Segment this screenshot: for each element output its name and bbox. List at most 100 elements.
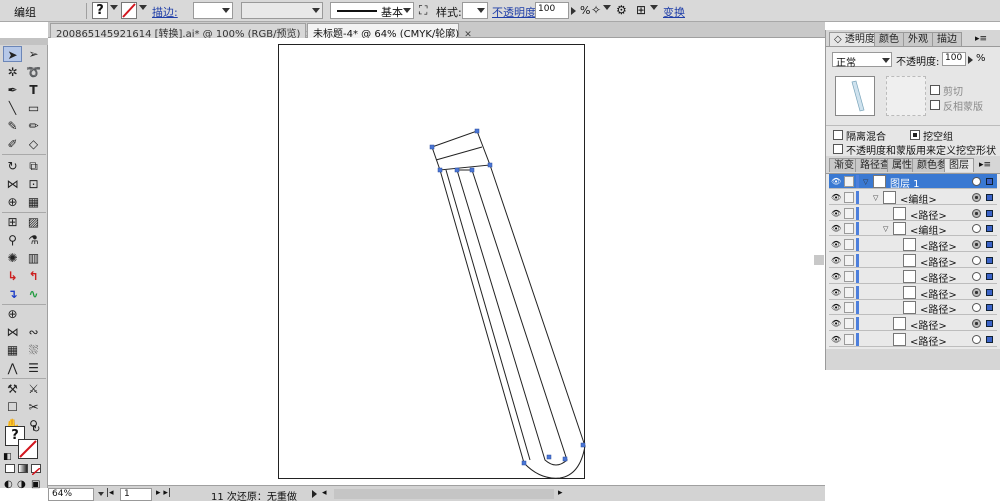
target-circle-icon[interactable] [972, 335, 981, 344]
tab-transparency[interactable]: ◇ 透明度 [829, 32, 880, 46]
right-panels: ◇ 透明度 颜色 外观 描边 ▸≡ 正常 不透明度: 100 % 剪切 反相蒙版… [825, 30, 1000, 370]
selection-indicator-icon[interactable] [986, 288, 993, 296]
invert-mask-checkbox[interactable] [930, 100, 940, 110]
lock-toggle[interactable] [844, 191, 854, 203]
layer-color-bar [856, 206, 859, 220]
expand-triangle-icon[interactable]: ▽ [883, 226, 888, 233]
opacity-mask-checkbox[interactable] [833, 144, 843, 154]
layer-name: 图层 1 [890, 179, 920, 190]
lock-toggle[interactable] [844, 334, 854, 345]
panel-opacity-input[interactable]: 100 [942, 52, 966, 66]
target-circle-icon[interactable] [972, 192, 981, 202]
layer-row[interactable]: 👁 <路径> [829, 205, 997, 222]
selection-indicator-icon[interactable] [986, 304, 993, 312]
lock-toggle[interactable] [844, 318, 854, 330]
next-artboard-icon[interactable]: ▸ ▸| [156, 488, 171, 498]
selection-indicator-icon[interactable] [986, 178, 993, 185]
layer-row[interactable]: 👁 ▽ <编组> [829, 221, 997, 237]
target-circle-icon[interactable] [972, 271, 981, 281]
visibility-eye-icon[interactable]: 👁 [831, 272, 841, 281]
layer-color-bar [856, 222, 859, 236]
zoom-dropdown-arrow-icon[interactable] [98, 492, 104, 496]
panel-scroll-handle[interactable] [814, 255, 824, 265]
expand-triangle-icon[interactable]: ▽ [873, 194, 878, 202]
layer-row[interactable]: 👁 <路径> [829, 268, 997, 285]
visibility-eye-icon[interactable]: 👁 [831, 193, 841, 202]
lock-toggle[interactable] [844, 223, 854, 235]
layer-row[interactable]: 👁 <路径> [829, 316, 997, 333]
layer-color-bar [856, 190, 859, 204]
target-circle-icon[interactable] [972, 177, 981, 186]
layer-row[interactable]: 👁 ▽ 图层 1 [829, 174, 997, 190]
visibility-eye-icon[interactable]: 👁 [831, 304, 841, 312]
visibility-eye-icon[interactable]: 👁 [831, 288, 841, 297]
knockout-group-checkbox[interactable] [910, 130, 920, 140]
mask-thumbnail[interactable] [886, 76, 926, 116]
target-circle-icon[interactable] [972, 319, 981, 329]
scroll-right-icon[interactable]: ▸ [558, 488, 563, 498]
layer-thumbnail [873, 175, 886, 188]
first-artboard-icon[interactable]: |◂ [106, 488, 114, 498]
clip-checkbox[interactable] [930, 85, 940, 95]
target-circle-icon[interactable] [972, 240, 981, 250]
panel-menu-icon[interactable]: ▸≡ [975, 34, 987, 44]
expand-triangle-icon[interactable]: ▽ [863, 179, 868, 186]
target-circle-icon[interactable] [972, 224, 981, 234]
layer-row[interactable]: 👁 <路径> [829, 300, 997, 316]
layer-thumbnail [893, 206, 906, 220]
layer-color-bar [856, 238, 859, 252]
blend-mode-select[interactable]: 正常 [832, 52, 892, 69]
anchor-point [469, 167, 475, 173]
selection-indicator-icon[interactable] [986, 193, 993, 201]
isolate-blend-checkbox[interactable] [833, 130, 843, 140]
panel-menu-icon[interactable]: ▸≡ [979, 160, 991, 170]
visibility-eye-icon[interactable]: 👁 [831, 178, 841, 186]
visibility-eye-icon[interactable]: 👁 [831, 320, 841, 328]
lock-toggle[interactable] [844, 255, 854, 266]
visibility-eye-icon[interactable]: 👁 [831, 336, 841, 344]
lock-toggle[interactable] [844, 302, 854, 314]
target-circle-icon[interactable] [972, 256, 981, 265]
lock-toggle[interactable] [844, 207, 854, 219]
selection-indicator-icon[interactable] [986, 272, 993, 280]
selection-indicator-icon[interactable] [986, 241, 993, 249]
lock-toggle[interactable] [844, 176, 854, 187]
zoom-select[interactable]: 64% [48, 488, 94, 501]
tab-layers[interactable]: 图层 [944, 158, 974, 172]
status-menu-icon[interactable] [312, 490, 317, 498]
transparency-panel: 正常 不透明度: 100 % 剪切 反相蒙版 隔离混合 挖空组 不透明度和蒙版用… [826, 46, 1000, 157]
tab-stroke[interactable]: 描边 [932, 32, 962, 46]
lock-toggle[interactable] [844, 286, 854, 298]
scroll-left-icon[interactable]: ◂ [322, 488, 327, 498]
lock-toggle[interactable] [844, 270, 854, 282]
target-circle-icon[interactable] [972, 208, 981, 218]
lock-toggle[interactable] [844, 239, 854, 251]
layer-row[interactable]: 👁 <路径> [829, 237, 997, 253]
layer-thumbnail [903, 238, 916, 252]
visibility-eye-icon[interactable]: 👁 [831, 241, 841, 249]
layer-row[interactable]: 👁 <路径> [829, 284, 997, 301]
layer-name: <路径> [910, 321, 947, 333]
layer-row[interactable]: 👁 ▽ <编组> [829, 189, 997, 206]
layer-row[interactable]: 👁 <路径> [829, 332, 997, 348]
selection-indicator-icon[interactable] [986, 257, 993, 264]
selection-indicator-icon[interactable] [986, 336, 993, 343]
target-circle-icon[interactable] [972, 303, 981, 313]
tab-color[interactable]: 颜色 [874, 32, 904, 46]
selection-indicator-icon[interactable] [986, 320, 993, 328]
visibility-eye-icon[interactable]: 👁 [831, 209, 841, 218]
anchor-point [580, 442, 586, 448]
visibility-eye-icon[interactable]: 👁 [831, 225, 841, 233]
tab-appearance[interactable]: 外观 [903, 32, 933, 46]
layer-name: <路径> [910, 210, 947, 222]
artboard-number-field[interactable]: 1 [120, 488, 152, 501]
opacity-mask-label: 不透明度和蒙版用来定义挖空形状 [846, 146, 996, 157]
horizontal-scrollbar[interactable] [334, 489, 554, 499]
target-circle-icon[interactable] [972, 287, 981, 297]
layer-row[interactable]: 👁 <路径> [829, 253, 997, 269]
selection-indicator-icon[interactable] [986, 209, 993, 217]
selection-indicator-icon[interactable] [986, 225, 993, 233]
opacity-slider-arrow-icon[interactable] [968, 56, 973, 64]
blend-mode-value: 正常 [836, 58, 856, 69]
visibility-eye-icon[interactable]: 👁 [831, 257, 841, 265]
